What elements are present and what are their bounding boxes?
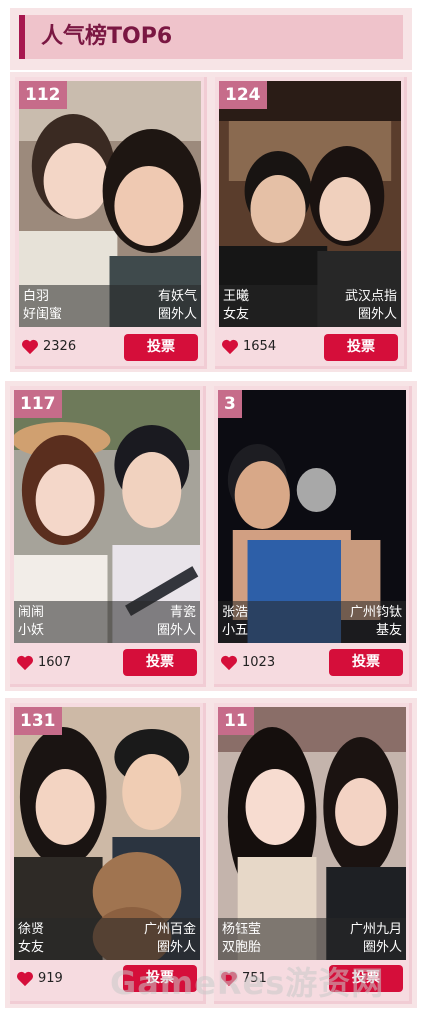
contestant-card: 112 白羽 好闺蜜 有妖气 圈外人 2326 投票 <box>15 77 207 369</box>
heart-icon <box>22 339 38 355</box>
heart-icon <box>17 971 33 987</box>
like-count: 2326 <box>43 339 77 354</box>
ranking-header: 人气榜TOP6 <box>10 8 412 70</box>
contestant-photo[interactable]: 131 徐贤 女友 广州百金 圈外人 <box>14 707 200 960</box>
contestant-tag-left: 小五 <box>222 623 249 638</box>
contestant-photo[interactable]: 112 白羽 好闺蜜 有妖气 圈外人 <box>19 81 201 327</box>
contestant-tag-right: 圈外人 <box>157 307 197 322</box>
vote-number-badge: 3 <box>218 390 242 418</box>
like-count: 1654 <box>243 339 277 354</box>
contestant-name-right: 广州九月 <box>349 922 402 937</box>
contestant-name-right: 广州钧钛 <box>349 605 402 620</box>
like-count: 919 <box>38 971 63 986</box>
contestant-name-left: 徐贤 <box>18 922 45 937</box>
contestant-tag-left: 女友 <box>223 307 250 322</box>
contestant-photo[interactable]: 117 闹闹 小妖 青瓷 圈外人 <box>14 390 200 643</box>
photo-caption: 王曦 女友 武汉点指 圈外人 <box>219 285 401 327</box>
vote-number-badge: 117 <box>14 390 62 418</box>
contestant-tag-right: 圈外人 <box>357 307 397 322</box>
contestant-name-left: 闹闹 <box>18 605 45 620</box>
contestant-card: 3 张浩 小五 广州钧钛 基友 1023 投票 <box>214 386 412 687</box>
photo-caption: 闹闹 小妖 青瓷 圈外人 <box>14 601 200 643</box>
contestant-name-right: 武汉点指 <box>344 289 397 304</box>
page-title: 人气榜TOP6 <box>41 24 173 49</box>
heart-icon <box>17 655 33 671</box>
vote-button[interactable]: 投票 <box>329 649 403 676</box>
photo-caption: 白羽 好闺蜜 有妖气 圈外人 <box>19 285 201 327</box>
vote-button[interactable]: 投票 <box>324 334 398 361</box>
contestant-tag-left: 双胞胎 <box>222 940 262 955</box>
contestant-card: 124 王曦 女友 武汉点指 圈外人 1654 投票 <box>215 77 407 369</box>
heart-icon <box>222 339 238 355</box>
contestant-photo[interactable]: 3 张浩 小五 广州钧钛 基友 <box>218 390 406 643</box>
ranking-header-bar: 人气榜TOP6 <box>19 15 403 59</box>
contestant-name-left: 杨钰莹 <box>222 922 262 937</box>
photo-caption: 杨钰莹 双胞胎 广州九月 圈外人 <box>218 918 406 960</box>
contestant-tag-left: 好闺蜜 <box>23 307 63 322</box>
like-count: 1023 <box>242 655 276 670</box>
vote-number-badge: 11 <box>218 707 254 735</box>
contestant-photo[interactable]: 124 王曦 女友 武汉点指 圈外人 <box>219 81 401 327</box>
vote-number-badge: 112 <box>19 81 67 109</box>
contestant-tag-right: 基友 <box>375 623 402 638</box>
like-count: 1607 <box>38 655 72 670</box>
contestant-card: 117 闹闹 小妖 青瓷 圈外人 1607 投票 <box>10 386 206 687</box>
contestant-name-right: 广州百金 <box>143 922 196 937</box>
contestant-name-left: 张浩 <box>222 605 249 620</box>
contestant-tag-right: 圈外人 <box>362 940 402 955</box>
contestant-tag-left: 女友 <box>18 940 45 955</box>
contestant-name-right: 有妖气 <box>157 289 197 304</box>
vote-button[interactable]: 投票 <box>123 649 197 676</box>
vote-number-badge: 131 <box>14 707 62 735</box>
contestant-name-left: 王曦 <box>223 289 250 304</box>
contestant-tag-right: 圈外人 <box>156 623 196 638</box>
contestant-tag-left: 小妖 <box>18 623 45 638</box>
heart-icon <box>221 655 237 671</box>
photo-caption: 徐贤 女友 广州百金 圈外人 <box>14 918 200 960</box>
contestant-name-right: 青瓷 <box>169 605 196 620</box>
contestant-tag-right: 圈外人 <box>156 940 196 955</box>
contestant-photo[interactable]: 11 杨钰莹 双胞胎 广州九月 圈外人 <box>218 707 406 960</box>
vote-number-badge: 124 <box>219 81 267 109</box>
contestant-name-left: 白羽 <box>23 289 50 304</box>
photo-caption: 张浩 小五 广州钧钛 基友 <box>218 601 406 643</box>
vote-button[interactable]: 投票 <box>124 334 198 361</box>
site-watermark: GameRes游资网 <box>110 964 385 1002</box>
